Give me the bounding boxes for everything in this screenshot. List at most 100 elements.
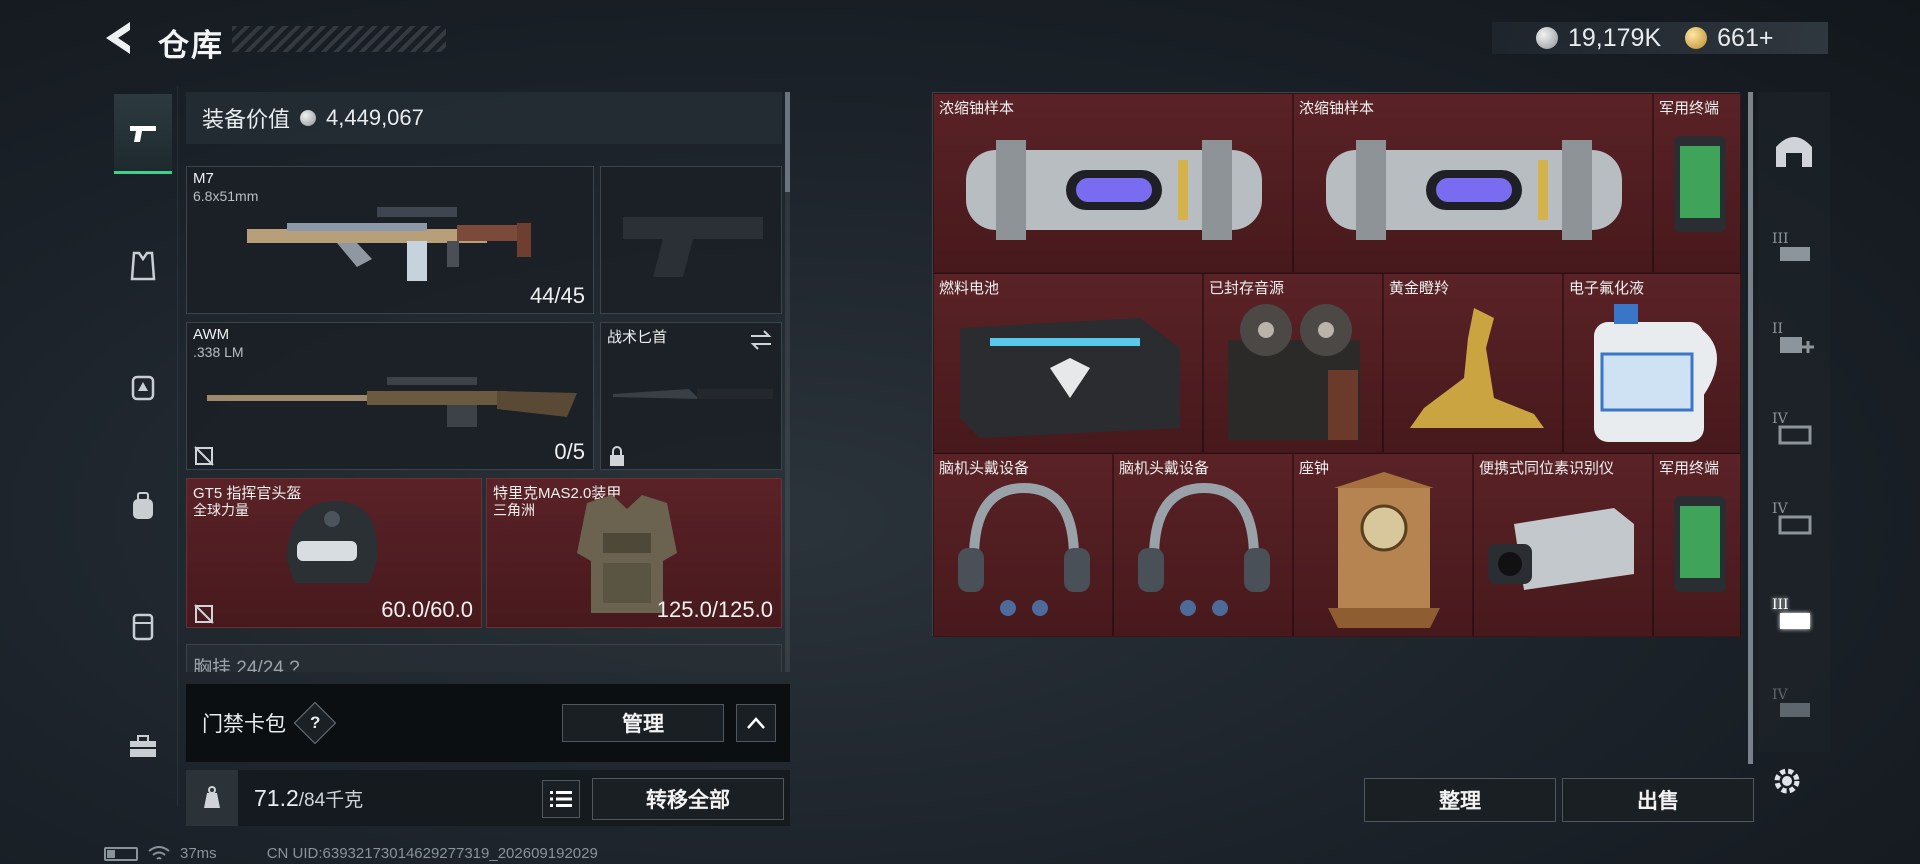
tab-backpack[interactable]	[114, 466, 172, 546]
weight-value: 71.2/84千克	[254, 785, 363, 812]
weapon-ammo-count: 0/5	[554, 439, 585, 464]
storage-page-tabs: III II IV IV III IV	[1758, 92, 1830, 752]
tab-storage-page-1[interactable]: III	[1768, 212, 1820, 282]
transfer-all-button[interactable]: 转移全部	[592, 778, 784, 820]
pistol-silhouette-icon	[623, 217, 763, 277]
military-terminal-icon	[1674, 496, 1726, 592]
storage-item[interactable]: 脑机头戴设备	[1113, 453, 1293, 637]
storage-grid: 浓缩铀样本 浓缩铀样本 军用终端 燃料电池 已封存音源 黄金瞪羚 电子氟化液 脑…	[932, 92, 1741, 637]
storage-scrollbar[interactable]	[1748, 92, 1753, 764]
manage-button[interactable]: 管理	[562, 704, 724, 742]
tab-toolbox[interactable]	[114, 706, 172, 786]
weapon-ammo-count: 44/45	[529, 283, 585, 308]
weapon-name: M7	[193, 170, 214, 187]
keycard-label: 门禁卡包	[202, 713, 286, 736]
warehouse-icon	[1776, 137, 1812, 167]
storage-item[interactable]: 脑机头戴设备	[933, 453, 1113, 637]
tab-vest[interactable]	[114, 226, 172, 306]
knife-name: 战术匕首	[607, 329, 668, 346]
tab-storage-page-4[interactable]: IV	[1768, 482, 1820, 552]
armor-slot[interactable]: 特里克MAS2.0装甲 三角洲 125.0/125.0	[486, 478, 782, 628]
item-name: 浓缩铀样本	[939, 100, 1015, 117]
vest-icon	[130, 251, 156, 281]
backpack-alert-icon	[131, 375, 155, 401]
container-icon	[132, 613, 154, 641]
storage-item[interactable]: 浓缩铀样本	[1293, 93, 1653, 273]
list-view-button[interactable]	[542, 780, 580, 818]
tab-storage-page-6[interactable]: IV	[1768, 668, 1820, 738]
help-button[interactable]: ?	[293, 701, 337, 745]
svg-text:IV: IV	[1772, 687, 1789, 703]
status-line: 37ms CN UID:639321730146292773​19_202609…	[104, 845, 598, 862]
bci-headset-icon	[958, 482, 1090, 616]
storage-item[interactable]: 黄金瞪羚	[1383, 273, 1563, 453]
storage-item[interactable]: 电子氟化液	[1563, 273, 1741, 453]
armor-brand: 三角洲	[493, 502, 535, 518]
svg-text:II: II	[1772, 321, 1783, 337]
pistol-slot-empty[interactable]	[600, 166, 782, 314]
tab-storage-page-3[interactable]: IV	[1768, 392, 1820, 462]
chevron-up-icon	[747, 717, 765, 729]
item-name: 黄金瞪羚	[1389, 280, 1450, 297]
currency-secondary-value[interactable]: 661+	[1717, 24, 1773, 53]
storage-page-icon: IV	[1772, 687, 1810, 717]
storage-item[interactable]: 浓缩铀样本	[933, 93, 1293, 273]
uranium-canister-icon	[1326, 140, 1622, 240]
tab-storage-page-5[interactable]: III	[1768, 578, 1820, 648]
battery-icon	[104, 846, 138, 861]
silver-coin-icon	[1536, 27, 1558, 49]
svg-text:III: III	[1772, 231, 1789, 247]
rifle-awm-icon	[207, 377, 577, 427]
helmet-slot[interactable]: GT5 指挥官头盔 全球力量 60.0/60.0	[186, 478, 482, 628]
fluorinated-liquid-jug-icon	[1594, 304, 1717, 442]
gear-icon	[1774, 768, 1800, 794]
helmet-icon	[287, 501, 378, 583]
item-name: 军用终端	[1659, 460, 1720, 477]
user-uid: CN UID:639321730146292773​19_20260919202…	[266, 845, 598, 862]
storage-page-icon: IV	[1772, 501, 1812, 535]
reel-recorder-icon	[1228, 304, 1360, 440]
item-name: 便携式同位素识别仪	[1479, 460, 1615, 477]
settings-button[interactable]	[1762, 756, 1812, 806]
storage-item[interactable]: 军用终端	[1653, 93, 1741, 273]
toolbox-icon	[130, 735, 156, 757]
weight-current: 71.2	[254, 785, 299, 811]
tab-weapons[interactable]	[114, 94, 172, 174]
storage-item[interactable]: 已封存音源	[1203, 273, 1383, 453]
military-terminal-icon	[1674, 136, 1726, 232]
sell-button[interactable]: 出售	[1562, 778, 1754, 822]
fuel-cell-icon	[960, 318, 1180, 438]
item-name: 浓缩铀样本	[1299, 100, 1375, 117]
tab-backpack-special[interactable]	[114, 346, 172, 426]
knife-icon	[613, 389, 773, 399]
svg-text:IV: IV	[1772, 501, 1789, 517]
storage-item[interactable]: 军用终端	[1653, 453, 1741, 637]
equipment-panel: 装备价值 4,449,067 M7 6.8x51mm 44/45 AWM .33…	[186, 92, 782, 672]
page-title: 仓库	[158, 28, 224, 63]
knife-slot[interactable]: 战术匕首	[600, 322, 782, 470]
tab-storage-page-2[interactable]: II	[1768, 302, 1820, 372]
item-name: 脑机头戴设备	[1119, 460, 1210, 477]
equipment-scrollbar[interactable]	[785, 92, 790, 672]
helmet-durability: 60.0/60.0	[381, 597, 473, 622]
storage-item[interactable]: 座钟	[1293, 453, 1473, 637]
isotope-identifier-icon	[1488, 508, 1634, 590]
swap-icon[interactable]	[749, 329, 773, 351]
back-button[interactable]	[100, 18, 140, 58]
chest-rig-slot[interactable]: 胸挂 24/24 ?	[186, 644, 782, 672]
secondary-weapon-slot[interactable]: AWM .338 LM 0/5	[186, 322, 594, 470]
tab-container[interactable]	[114, 586, 172, 666]
left-category-tabs	[104, 86, 178, 806]
sort-button[interactable]: 整理	[1364, 778, 1556, 822]
helmet-brand: 全球力量	[193, 502, 249, 518]
storage-page-icon: IV	[1772, 411, 1812, 445]
equipment-value-bar: 装备价值 4,449,067	[186, 92, 782, 144]
expand-button[interactable]	[736, 704, 776, 742]
storage-item[interactable]: 燃料电池	[933, 273, 1203, 453]
primary-weapon-slot[interactable]: M7 6.8x51mm 44/45	[186, 166, 594, 314]
tab-storage-home[interactable]	[1768, 114, 1820, 184]
rifle-m7-icon	[247, 207, 531, 281]
storage-item[interactable]: 便携式同位素识别仪	[1473, 453, 1653, 637]
item-name: 脑机头戴设备	[939, 460, 1030, 477]
item-name: 军用终端	[1659, 100, 1720, 117]
